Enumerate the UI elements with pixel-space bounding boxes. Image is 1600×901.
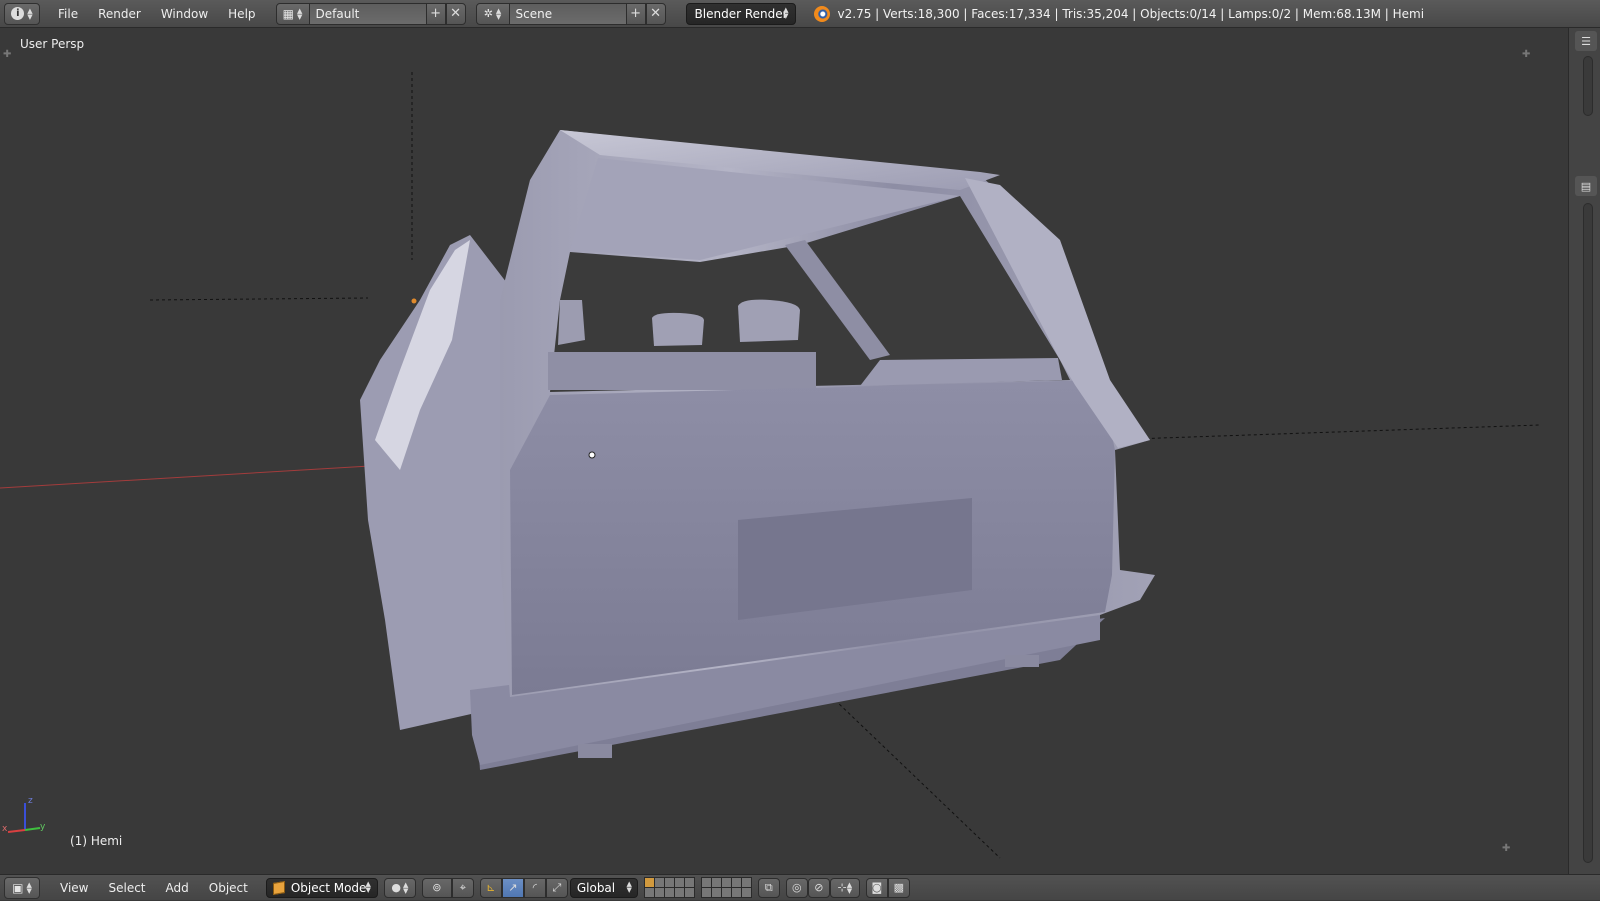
lamp-origin xyxy=(411,298,417,304)
editor-type-button[interactable]: ▣ ▲ ▼ xyxy=(4,876,40,899)
view-name-label: User Persp xyxy=(20,37,85,51)
info-icon: i xyxy=(11,7,25,20)
scene-field[interactable]: Scene xyxy=(509,2,626,25)
info-header: i ▲ ▼ File Render Window Help ▦ ▲ ▼ Defaul… xyxy=(0,0,1600,28)
arrow-icon: ↗ xyxy=(508,881,518,894)
updown-arrows-icon: ▲ ▼ xyxy=(26,880,32,895)
updown-arrows-icon: ▲ ▼ xyxy=(846,880,853,895)
rotate-icon: ◜ xyxy=(532,881,537,894)
car-headrest xyxy=(652,312,704,346)
remove-screen-icon[interactable]: ✕ xyxy=(445,2,466,25)
car-foot xyxy=(578,744,612,758)
menu-add[interactable]: Add xyxy=(156,875,199,901)
updown-arrows-icon: ▲ ▼ xyxy=(783,5,789,20)
interaction-mode-label: Object Mode xyxy=(290,880,367,895)
updown-arrows-icon: ▲ ▼ xyxy=(365,879,371,894)
remove-scene-icon[interactable]: ✕ xyxy=(645,2,666,25)
viewport-shading-button[interactable]: ● ▲ ▼ xyxy=(383,877,416,898)
menu-object[interactable]: Object xyxy=(199,875,258,901)
axis-label-y: y xyxy=(40,822,46,832)
scale-tool-button[interactable]: ⤢ xyxy=(545,877,568,898)
car-headrest xyxy=(738,299,800,342)
active-object-label: (1) Hemi xyxy=(70,834,123,848)
scene-browse[interactable]: ✲ ▲ ▼ xyxy=(475,2,510,25)
translate-tool-button[interactable]: ↗ xyxy=(501,877,524,898)
scene-layers-group-2[interactable] xyxy=(700,877,752,898)
x-axis-line xyxy=(0,465,371,489)
snap-toggle-button[interactable]: ⊘ xyxy=(807,877,830,898)
menu-window[interactable]: Window xyxy=(151,0,218,28)
pivot-point-button[interactable]: ⊚ xyxy=(421,877,452,898)
transform-axes-icon: ⊾ xyxy=(486,881,496,894)
rotate-tool-button[interactable]: ◜ xyxy=(523,877,546,898)
updown-arrows-icon: ▲ ▼ xyxy=(495,6,502,21)
scale-icon: ⤢ xyxy=(552,880,562,894)
lock-camera-button[interactable]: ⧉ xyxy=(757,877,780,898)
car-foot xyxy=(1005,655,1039,667)
properties-strip: ☰ ▤ xyxy=(1568,28,1600,874)
dashed-guide xyxy=(149,297,369,301)
3d-view-header: ▣ ▲ ▼ View Select Add Object Object Mode … xyxy=(0,874,1600,900)
proportional-edit-button[interactable]: ◎ xyxy=(785,877,808,898)
scene-icon: ✲ xyxy=(483,7,493,20)
manipulator-toggle[interactable]: ⌖ xyxy=(451,877,474,898)
scene-selector: ✲ ▲ ▼ Scene + ✕ xyxy=(475,2,666,25)
magnet-icon: ⊘ xyxy=(814,881,824,894)
properties-icon[interactable]: ▤ xyxy=(1575,176,1597,196)
screen-layout-browse[interactable]: ▦ ▲ ▼ xyxy=(275,2,310,25)
outliner-icon[interactable]: ☰ xyxy=(1575,31,1597,51)
solid-shading-icon: ● xyxy=(391,881,401,894)
menu-view[interactable]: View xyxy=(50,875,98,901)
dashed-guide xyxy=(834,699,1001,859)
pivot-icon: ⊚ xyxy=(432,881,442,894)
menu-render[interactable]: Render xyxy=(88,0,151,28)
screen-layout-field[interactable]: Default xyxy=(309,2,426,25)
snap-element-button[interactable]: ⊹ ▲ ▼ xyxy=(829,877,860,898)
3d-view-icon: ▣ xyxy=(12,880,24,895)
render-engine-select[interactable]: Blender Render ▲ ▼ xyxy=(685,2,796,25)
menu-select[interactable]: Select xyxy=(98,875,155,901)
viewport-scene xyxy=(0,72,1541,859)
transform-orientation-label: Global xyxy=(576,880,616,895)
grid-layout-icon: ▦ xyxy=(282,6,294,21)
render-engine-label: Blender Render xyxy=(694,6,788,21)
car-headrest xyxy=(558,300,585,345)
updown-arrows-icon: ▲ ▼ xyxy=(626,879,632,894)
clapper-icon: ▩ xyxy=(893,881,905,894)
axis-label-x: x xyxy=(2,824,8,834)
axis-gizmo xyxy=(7,803,41,833)
proportional-edit-icon: ◎ xyxy=(792,881,802,894)
snap-element-icon: ⊹ xyxy=(837,881,847,894)
editor-type-button[interactable]: i ▲ ▼ xyxy=(4,2,40,25)
scene-statistics: v2.75 | Verts:18,300 | Faces:17,334 | Tr… xyxy=(837,6,1425,21)
car-seat-back xyxy=(548,352,816,390)
add-screen-icon[interactable]: + xyxy=(425,2,446,25)
lock-layers-icon: ⧉ xyxy=(764,880,773,894)
render-opengl-image-button[interactable]: ◙ xyxy=(865,877,888,898)
menu-help[interactable]: Help xyxy=(218,0,265,28)
menu-file[interactable]: File xyxy=(48,0,88,28)
object-mode-icon xyxy=(272,880,285,895)
area-split-icon[interactable]: ✚ xyxy=(1502,844,1512,854)
manipulator-icon: ⌖ xyxy=(459,880,466,894)
updown-arrows-icon: ▲ ▼ xyxy=(296,6,303,21)
outliner-scrollbar[interactable] xyxy=(1583,56,1593,116)
translate-manipulator-button[interactable]: ⊾ xyxy=(479,877,502,898)
add-scene-icon[interactable]: + xyxy=(625,2,646,25)
transform-orientation-select[interactable]: Global ▲ ▼ xyxy=(569,877,638,898)
area-split-icon[interactable]: ✚ xyxy=(3,50,13,60)
interaction-mode-select[interactable]: Object Mode ▲ ▼ xyxy=(265,877,378,898)
updown-arrows-icon: ▲ ▼ xyxy=(402,880,409,895)
3d-viewport[interactable]: z y x User Persp (1) Hemi ✚ ✚ ✚ xyxy=(0,28,1568,874)
camera-icon: ◙ xyxy=(871,881,883,894)
scene-layers-group-1[interactable] xyxy=(643,877,695,898)
properties-scrollbar[interactable] xyxy=(1583,203,1593,863)
updown-arrows-icon: ▲ ▼ xyxy=(27,6,33,21)
area-split-icon[interactable]: ✚ xyxy=(1522,50,1532,60)
render-opengl-animation-button[interactable]: ▩ xyxy=(887,877,910,898)
blender-logo-icon xyxy=(813,5,830,22)
object-origin xyxy=(588,451,596,459)
screen-layout-selector: ▦ ▲ ▼ Default + ✕ xyxy=(275,2,466,25)
axis-label-z: z xyxy=(28,796,33,806)
